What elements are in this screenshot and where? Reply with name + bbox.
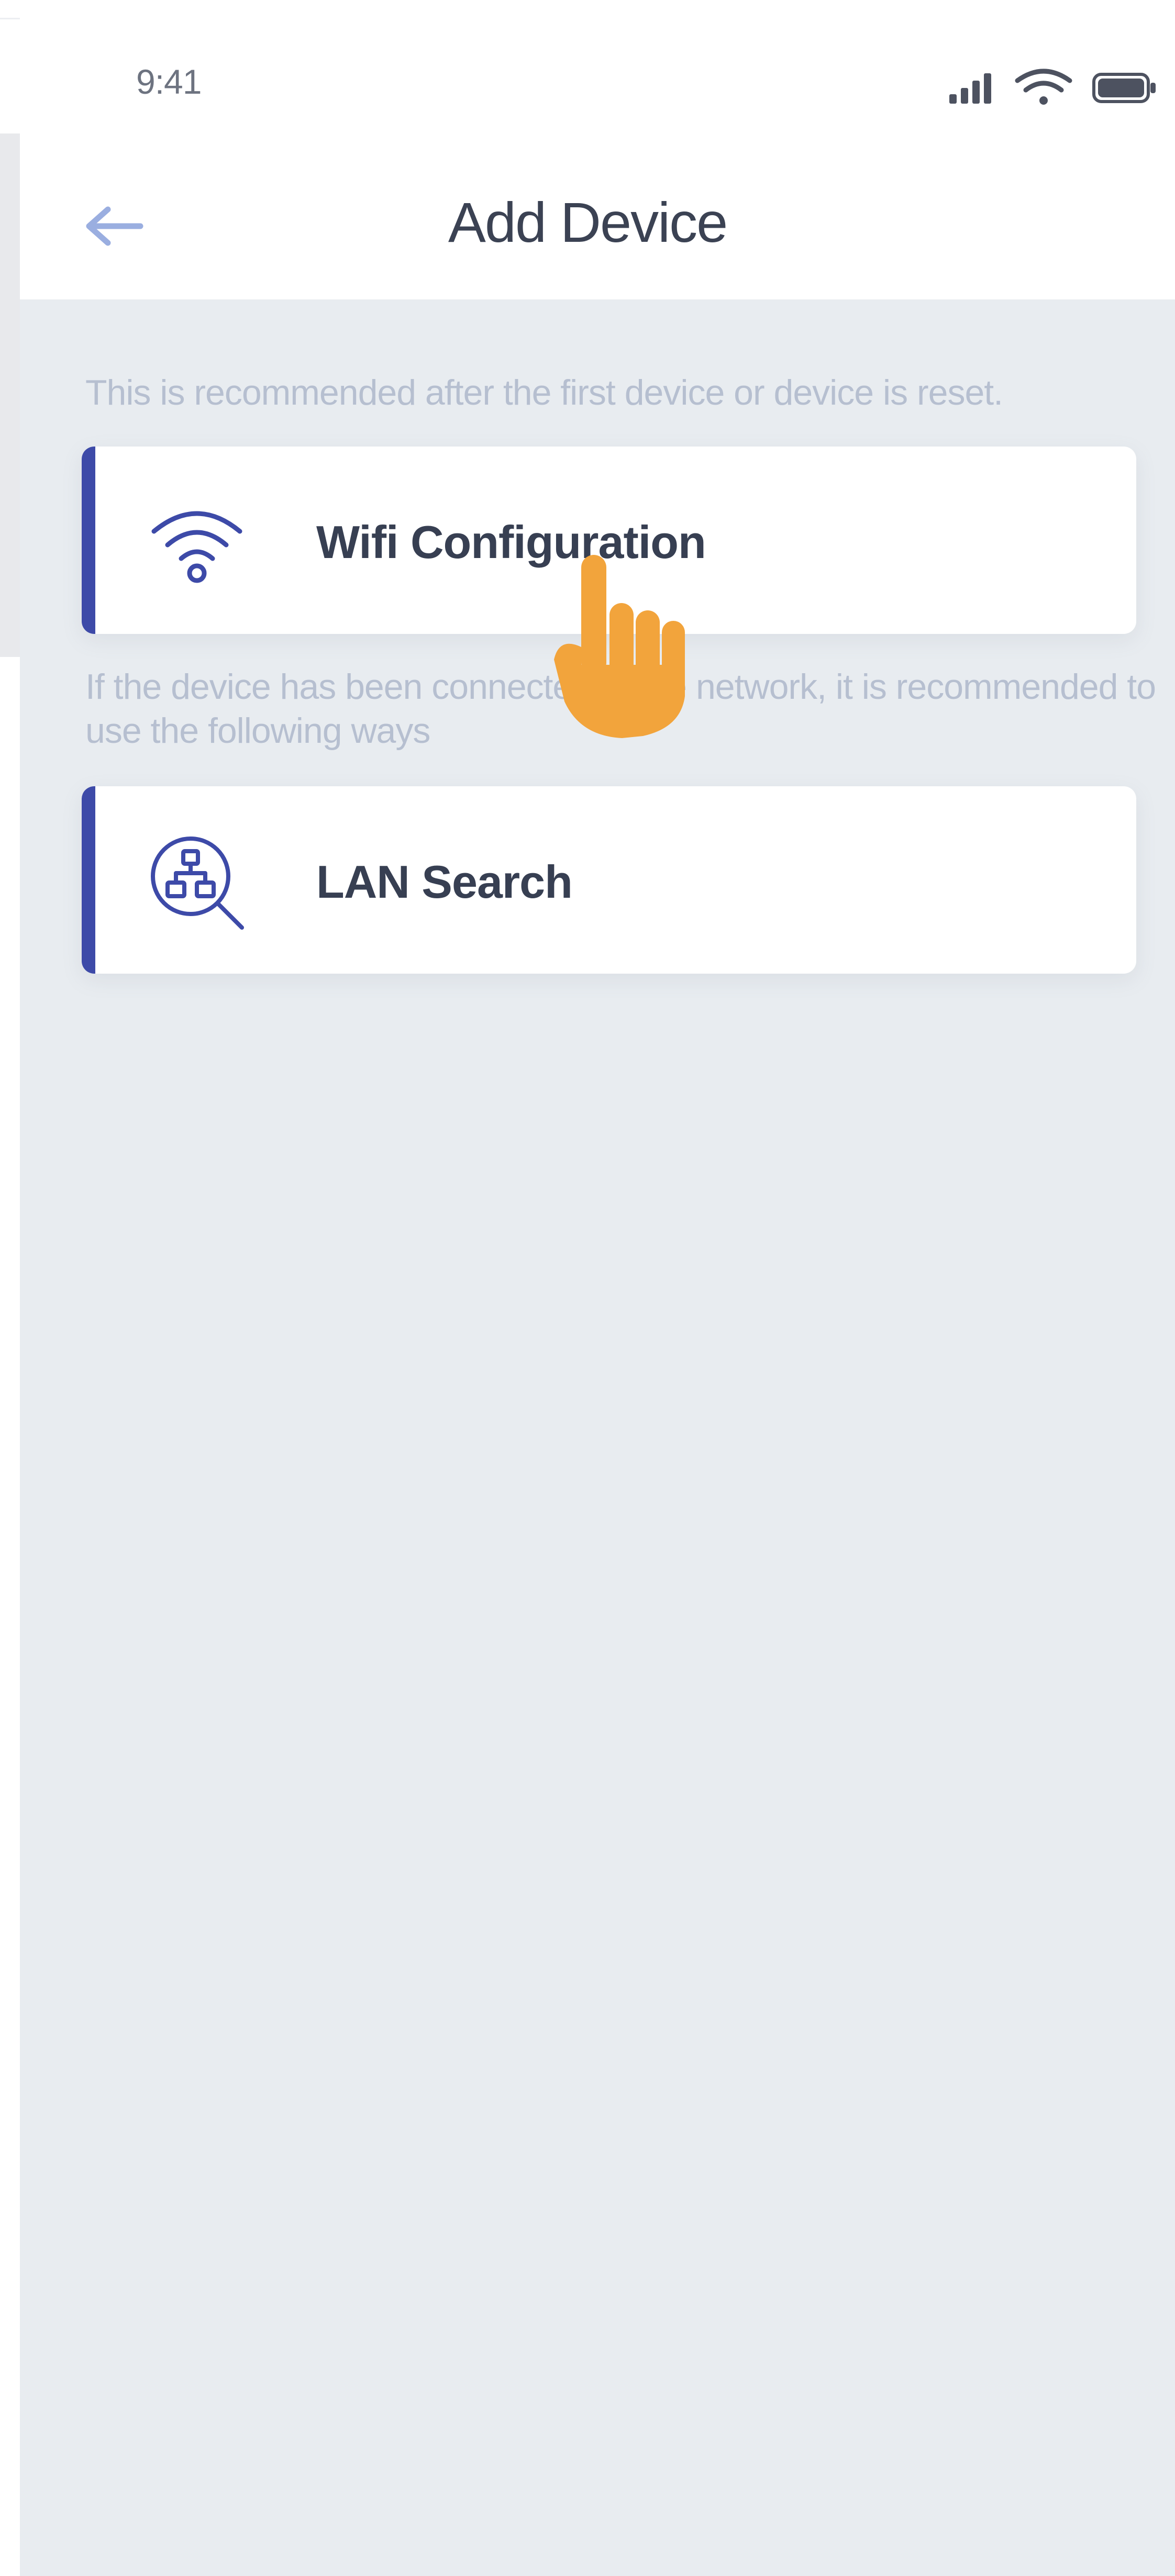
- signal-icon: [949, 73, 991, 104]
- wifi-configuration-label: Wifi Configuration: [316, 516, 706, 568]
- battery-icon: [1092, 73, 1156, 103]
- status-icons: [949, 69, 1156, 105]
- wifi-icon: [151, 511, 242, 583]
- wifi-section-note: This is recommended after the first devi…: [85, 373, 1003, 412]
- wifi-configuration-option[interactable]: Wifi Configuration: [82, 447, 1136, 634]
- add-device-screen: 9:41 Add Device This is recommended afte…: [20, 0, 1175, 2576]
- card-accent-bar: [82, 447, 95, 634]
- lan-search-label: LAN Search: [316, 856, 573, 908]
- lan-search-option[interactable]: LAN Search: [82, 786, 1136, 974]
- page-title: Add Device: [448, 191, 728, 254]
- header: 9:41 Add Device: [20, 0, 1175, 299]
- card-accent-bar: [82, 786, 95, 974]
- status-time: 9:41: [136, 62, 202, 101]
- network-search-icon: [151, 837, 244, 930]
- lan-section-note: If the device has been connected to the …: [85, 667, 1156, 751]
- wifi-status-icon: [1015, 69, 1072, 105]
